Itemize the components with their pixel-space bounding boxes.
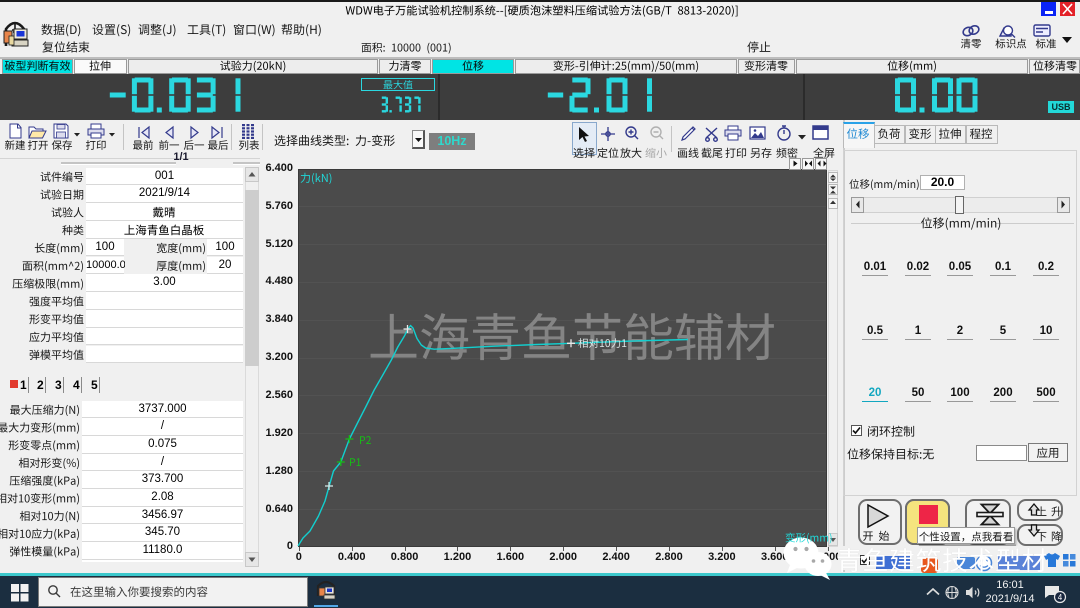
svg-text:4: 4 — [1058, 593, 1063, 602]
